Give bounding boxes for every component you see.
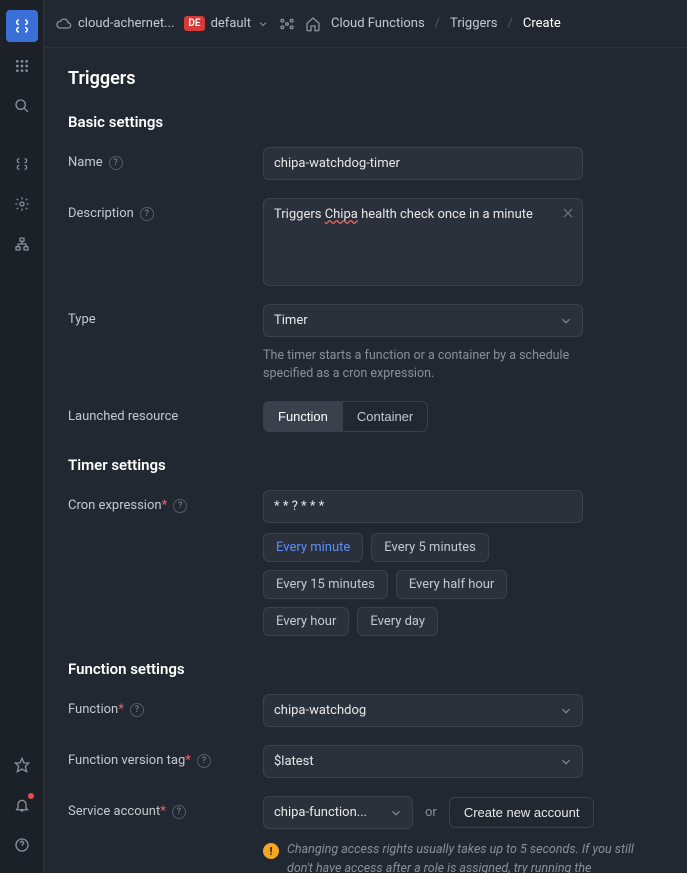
folder-badge: DE	[184, 16, 204, 31]
create-account-button[interactable]: Create new account	[449, 797, 595, 828]
help-icon[interactable]: ?	[130, 703, 144, 717]
seg-container[interactable]: Container	[342, 402, 427, 431]
rail-star-icon[interactable]	[6, 749, 38, 781]
breadcrumb-sep: /	[508, 16, 513, 31]
clear-icon[interactable]	[561, 206, 575, 220]
preset-half-hour[interactable]: Every half hour	[396, 570, 508, 599]
rail-gear-icon[interactable]	[6, 188, 38, 220]
launched-segmented: Function Container	[263, 401, 428, 432]
topbar: cloud-achernet... DE default Cloud Funct…	[44, 0, 687, 48]
preset-every-5[interactable]: Every 5 minutes	[371, 533, 489, 562]
or-text: or	[425, 805, 437, 820]
pin-icon[interactable]	[279, 16, 295, 32]
help-icon[interactable]: ?	[109, 156, 123, 170]
rail-functions-icon[interactable]	[6, 148, 38, 180]
section-basic: Basic settings	[68, 113, 663, 131]
rail-network-icon[interactable]	[6, 228, 38, 260]
cloud-name: cloud-achernet...	[78, 16, 174, 31]
folder-name: default	[211, 16, 251, 31]
function-tag-select[interactable]: $latest	[263, 745, 583, 778]
service-account-select[interactable]: chipa-function...	[263, 796, 413, 829]
preset-every-minute[interactable]: Every minute	[263, 533, 363, 562]
rail-search-icon[interactable]	[6, 90, 38, 122]
label-function-tag: Function version tag*	[68, 753, 191, 768]
cloud-selector[interactable]: cloud-achernet...	[56, 16, 174, 32]
help-icon[interactable]: ?	[173, 499, 187, 513]
breadcrumb-item[interactable]: Triggers	[450, 16, 497, 31]
label-description: Description	[68, 206, 134, 221]
breadcrumb-sep: /	[435, 16, 440, 31]
breadcrumb-current: Create	[523, 16, 561, 31]
home-icon[interactable]	[305, 16, 321, 32]
type-select[interactable]: Timer	[263, 304, 583, 337]
label-type: Type	[68, 312, 96, 327]
description-input[interactable]: Triggers Chipa health check once in a mi…	[263, 198, 583, 286]
rail-logo-icon[interactable]	[6, 10, 38, 42]
warning-text: Changing access rights usually takes up …	[287, 841, 643, 873]
label-launched: Launched resource	[68, 409, 178, 424]
label-cron: Cron expression*	[68, 498, 167, 513]
help-icon[interactable]: ?	[172, 805, 186, 819]
preset-day[interactable]: Every day	[357, 607, 438, 636]
seg-function[interactable]: Function	[264, 402, 342, 431]
label-service-account: Service account*	[68, 804, 166, 819]
help-icon[interactable]: ?	[197, 754, 211, 768]
cron-input[interactable]	[263, 490, 583, 523]
breadcrumb: Cloud Functions / Triggers / Create	[331, 16, 561, 31]
rail-apps-icon[interactable]	[6, 50, 38, 82]
label-function: Function*	[68, 702, 124, 717]
page-title: Triggers	[68, 68, 663, 89]
folder-selector[interactable]: DE default	[184, 16, 269, 31]
rail-help-icon[interactable]	[6, 829, 38, 861]
preset-every-15[interactable]: Every 15 minutes	[263, 570, 388, 599]
type-help-text: The timer starts a function or a contain…	[263, 347, 583, 383]
function-select[interactable]: chipa-watchdog	[263, 694, 583, 727]
name-input[interactable]	[263, 147, 583, 180]
preset-hour[interactable]: Every hour	[263, 607, 349, 636]
section-function: Function settings	[68, 660, 663, 678]
section-timer: Timer settings	[68, 456, 663, 474]
warning-icon: !	[263, 843, 279, 859]
sidebar-rail	[0, 0, 44, 873]
chevron-down-icon	[257, 18, 269, 30]
breadcrumb-item[interactable]: Cloud Functions	[331, 16, 425, 31]
label-name: Name	[68, 155, 103, 170]
rail-bell-icon[interactable]	[6, 789, 38, 821]
content: Triggers Basic settings Name ? Descripti…	[44, 48, 687, 873]
cloud-icon	[56, 16, 72, 32]
help-icon[interactable]: ?	[140, 207, 154, 221]
